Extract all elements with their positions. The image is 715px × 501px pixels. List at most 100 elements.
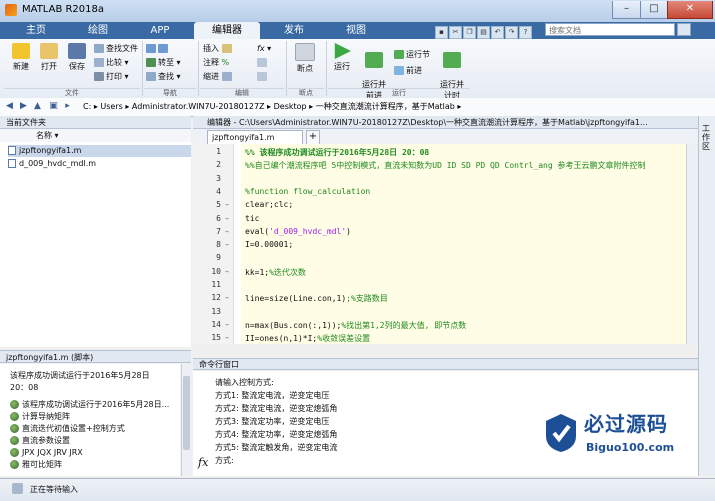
command-output-line: 方式4: 整流定功率，逆变定熄弧角 [215, 430, 338, 439]
section-item[interactable]: 雅可比矩阵 [10, 459, 62, 470]
comment-button[interactable]: 注释 % [203, 57, 229, 69]
name-column-header[interactable]: 名称 ▾ [36, 129, 59, 142]
file-item[interactable]: d_009_hvdc_mdl.m [8, 158, 191, 170]
run-section-button[interactable]: 运行节 [394, 49, 430, 61]
path-expand-icon[interactable]: ▸ [62, 101, 73, 112]
new-tab-button[interactable]: + [306, 130, 320, 144]
paste-icon[interactable]: ▤ [477, 26, 490, 39]
minimize-button[interactable]: – [612, 1, 641, 19]
tab-editor[interactable]: 编辑器 [194, 22, 260, 39]
search-docs-input[interactable]: 搜索文档 [545, 23, 675, 36]
section-item[interactable]: 计算导纳矩阵 [10, 411, 70, 422]
insert-button[interactable]: 插入 [203, 43, 234, 55]
file-item[interactable]: jzpftongyifa1.m [8, 145, 191, 157]
workspace-rail[interactable]: 工作区 [698, 116, 715, 476]
group-run-label: 运行 [328, 88, 470, 98]
maximize-button[interactable]: □ [640, 1, 668, 19]
breakpoint-marker[interactable]: – [225, 333, 229, 342]
breakpoint-marker[interactable]: – [225, 240, 229, 249]
code-line: eval('d_009_hvdc_mdl') [245, 226, 351, 236]
scroll-thumb[interactable] [183, 376, 190, 450]
up-folder-icon[interactable]: ▲ [32, 101, 43, 112]
browse-folder-icon[interactable]: ▣ [48, 101, 59, 112]
indent-tools[interactable] [257, 71, 269, 83]
help-icon[interactable]: ? [519, 26, 532, 39]
code-line: %function flow_calculation [245, 186, 371, 196]
fx-prompt-icon[interactable]: fx [198, 456, 208, 469]
tab-apps[interactable]: APP [132, 22, 188, 39]
breakpoint-marker[interactable]: – [225, 293, 229, 302]
divider [142, 41, 143, 96]
cut-icon[interactable]: ✂ [449, 26, 462, 39]
comment-tools[interactable] [257, 57, 269, 69]
compare-button[interactable]: 比较 ▾ [94, 57, 129, 69]
current-path[interactable]: C: ▸ Users ▸ Administrator.WIN7U-2018012… [83, 101, 461, 112]
copy-icon[interactable]: ❐ [463, 26, 476, 39]
search-icon[interactable] [677, 23, 691, 36]
title-bar: MATLAB R2018a – □ ✕ [0, 0, 715, 23]
insert-function-button[interactable]: fx ▾ [257, 43, 271, 55]
new-plus-icon [12, 43, 30, 59]
group-file-label: 文件 [4, 88, 140, 98]
tab-plots[interactable]: 绘图 [70, 22, 126, 39]
run-advance-icon [365, 52, 383, 68]
command-output-line: 方式1: 整流定电流，逆变定电压 [215, 391, 330, 400]
section-icon [10, 400, 19, 409]
command-output-line: 方式3: 整流定功率，逆变定电压 [215, 417, 330, 426]
advance-button[interactable]: 前进 [394, 65, 422, 77]
open-button[interactable]: 打开 [36, 43, 62, 72]
breakpoint-marker[interactable]: – [225, 267, 229, 276]
section-icon [10, 436, 19, 445]
indent-button[interactable]: 缩进 [203, 71, 234, 83]
divider [198, 41, 199, 96]
breakpoint-marker[interactable]: – [225, 200, 229, 209]
undo-icon[interactable]: ↶ [491, 26, 504, 39]
save-icon[interactable]: ▪ [435, 26, 448, 39]
editor-file-tab[interactable]: jzpftongyifa1.m [207, 130, 303, 144]
section-item[interactable]: 直流迭代初值设置+控制方式 [10, 423, 125, 434]
find-icon [146, 72, 156, 81]
section-icon [10, 424, 19, 433]
forward-icon[interactable]: ▶ [18, 101, 29, 112]
goto-button[interactable]: 转至 ▾ [146, 57, 181, 69]
redo-icon[interactable]: ↷ [505, 26, 518, 39]
tab-view[interactable]: 视图 [328, 22, 384, 39]
compare-icon [94, 58, 104, 67]
breakpoint-marker[interactable]: – [225, 214, 229, 223]
code-editor[interactable]: 1 %% 该程序成功调试运行于2016年5月28日 20：08 2 %%自己编个潮流程… [193, 144, 686, 344]
command-output-line: 方式5: 整流定触发角，逆变定电流 [215, 443, 338, 452]
breakpoint-marker[interactable]: – [225, 227, 229, 236]
print-button[interactable]: 打印 ▾ [94, 71, 129, 83]
tab-publish[interactable]: 发布 [266, 22, 322, 39]
tab-home[interactable]: 主页 [8, 22, 64, 39]
breakpoint-marker[interactable]: – [225, 320, 229, 329]
code-line: line=size(Line.con,1);%支路数目 [245, 294, 388, 304]
run-button[interactable]: 运行 [330, 43, 354, 72]
run-play-icon [334, 43, 351, 59]
new-button[interactable]: 新建 [8, 43, 34, 72]
command-output-line: 方式2: 整流定电流，逆变定熄弧角 [215, 404, 338, 413]
code-line: clear;clc; [245, 200, 294, 210]
code-line: II=ones(n,1)*I;%收敛误差设置 [245, 334, 371, 344]
code-line: %% 该程序成功调试运行于2016年5月28日 20：08 [245, 148, 430, 157]
section-item[interactable]: JPX JQX JRV JRX [10, 447, 83, 458]
save-disk-icon [68, 43, 86, 59]
details-scrollbar[interactable] [181, 364, 192, 476]
section-item[interactable]: 该程序成功调试运行于2016年5月28日... [10, 399, 169, 410]
section-icon [10, 412, 19, 421]
section-item[interactable]: 直流参数设置 [10, 435, 70, 446]
find-files-button[interactable]: 查找文件 [94, 43, 138, 55]
code-line: I=0.00001; [245, 240, 294, 250]
back-icon[interactable]: ◀ [4, 101, 15, 112]
line-number: 13 [211, 306, 221, 316]
details-summary: 该程序成功调试运行于2016年5月28日 [10, 371, 150, 380]
nav-back-forward[interactable] [146, 43, 170, 55]
group-navigate-label: 导航 [144, 88, 196, 98]
close-button[interactable]: ✕ [667, 1, 713, 19]
find-button[interactable]: 查找 ▾ [146, 71, 181, 83]
save-button[interactable]: 保存 [64, 43, 90, 72]
watermark-url: Biguo100.com [586, 441, 675, 454]
command-prompt-line[interactable]: 方式: [215, 455, 234, 466]
watermark-title: 必过源码 [584, 412, 668, 436]
breakpoints-button[interactable]: 断点 [290, 43, 320, 74]
